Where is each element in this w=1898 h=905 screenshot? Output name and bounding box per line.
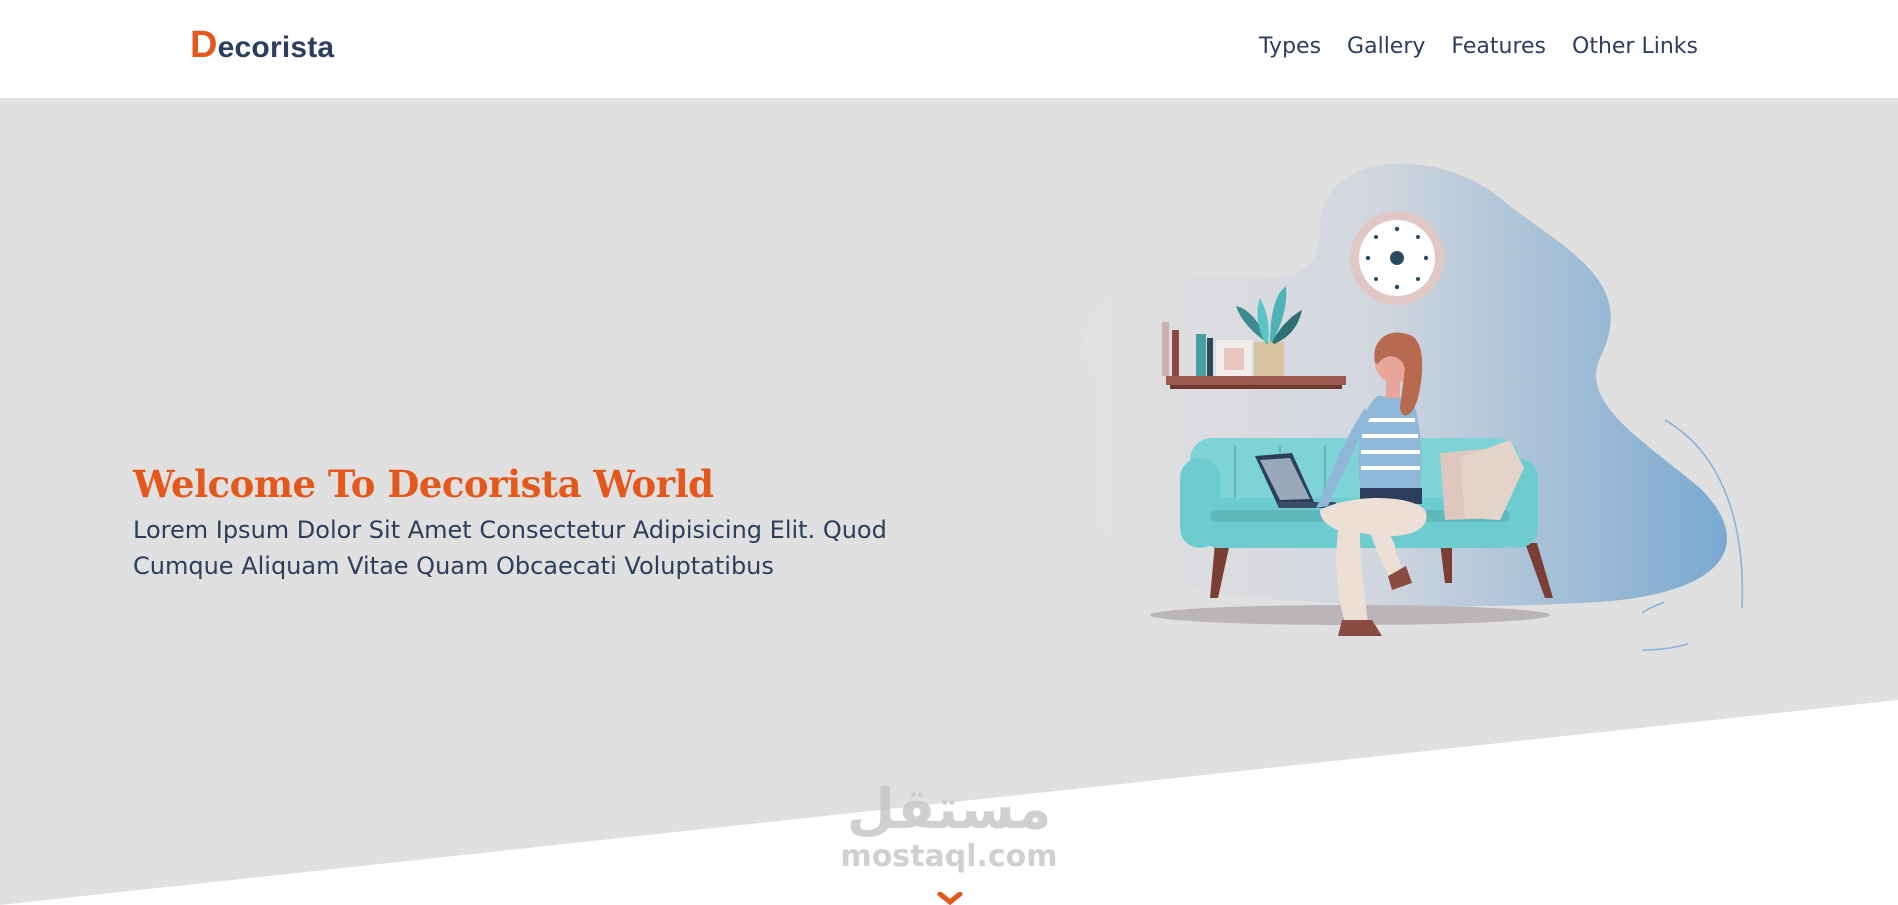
hero-text: Welcome To Decorista World Lorem Ipsum D…	[133, 462, 893, 584]
logo-first-letter: D	[190, 24, 218, 66]
watermark-latin: mostaql.com	[840, 839, 1058, 874]
main-nav: Types Gallery Features Other Links	[1259, 34, 1698, 59]
hero-illustration	[1084, 163, 1744, 651]
nav-link-other-links[interactable]: Other Links	[1572, 34, 1698, 59]
nav-link-features[interactable]: Features	[1451, 34, 1546, 59]
watermark: مستقل mostaql.com	[834, 780, 1064, 874]
hero-description: Lorem Ipsum Dolor Sit Amet Consectetur A…	[133, 516, 887, 580]
watermark-arabic: مستقل	[846, 777, 1052, 842]
clock-illustration	[1350, 211, 1444, 305]
logo[interactable]: Decorista	[190, 24, 334, 67]
site-header: Decorista Types Gallery Features Other L…	[0, 0, 1898, 98]
chevron-down-icon[interactable]	[937, 892, 963, 905]
nav-link-gallery[interactable]: Gallery	[1347, 34, 1425, 59]
hero-title: Welcome To Decorista World	[133, 462, 714, 506]
nav-link-types[interactable]: Types	[1259, 34, 1321, 59]
landing-section: Welcome To Decorista World Lorem Ipsum D…	[0, 98, 1898, 905]
logo-text: ecorista	[217, 31, 335, 64]
